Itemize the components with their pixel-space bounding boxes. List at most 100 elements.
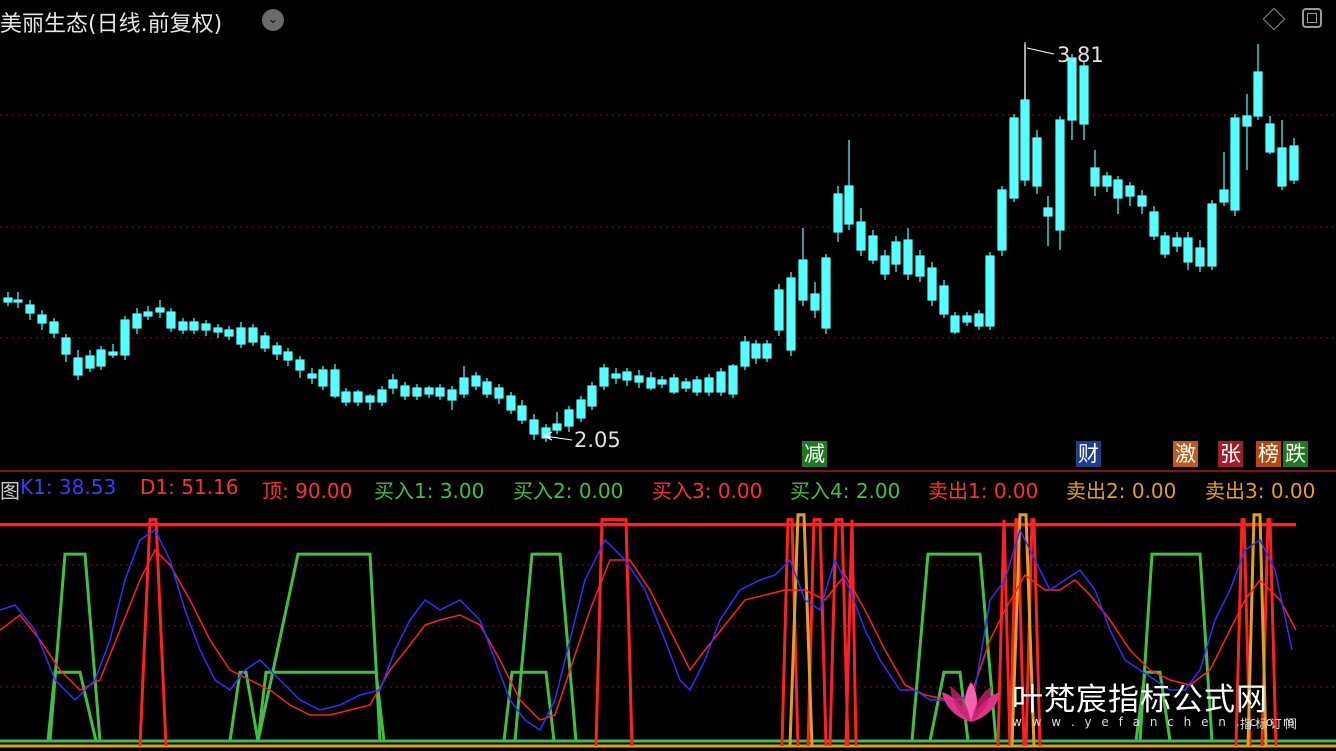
candle-body (634, 375, 644, 383)
candlestick (213, 324, 223, 338)
candle-body (716, 371, 726, 393)
grid-lines (0, 114, 1336, 688)
candlestick (880, 250, 890, 280)
stock-chart[interactable] (0, 0, 1336, 751)
candle-body (915, 255, 925, 277)
candlestick (1183, 232, 1193, 270)
candlestick (1160, 232, 1170, 258)
candle-body (1079, 65, 1089, 125)
candlestick (482, 378, 492, 398)
candle-body (272, 345, 282, 355)
candle-body (189, 321, 199, 331)
candle-body (1020, 99, 1030, 181)
candlestick (1043, 196, 1053, 246)
candle-body (1160, 235, 1170, 255)
candle-body (1172, 237, 1182, 247)
candlestick (1009, 114, 1019, 202)
candlestick (762, 340, 772, 362)
candlestick (1032, 130, 1042, 194)
candle-body (1125, 185, 1135, 197)
signal-tag: 跌 (1283, 441, 1308, 467)
candlestick (856, 208, 866, 256)
candlestick (634, 370, 644, 388)
candlestick (1242, 94, 1252, 170)
candle-body (587, 385, 597, 407)
candlestick (1102, 172, 1112, 192)
low-price-label: 2.05 (574, 428, 621, 452)
candle-body (1137, 195, 1147, 207)
candle-body (3, 297, 13, 303)
candle-body (1277, 147, 1287, 187)
candle-body (798, 259, 808, 301)
candlestick (330, 364, 340, 398)
candle-body (1219, 189, 1229, 203)
candlestick (844, 140, 854, 230)
candlestick (400, 382, 410, 400)
candlestick (1230, 114, 1240, 216)
candle-body (49, 321, 59, 334)
candlestick (950, 312, 960, 334)
candlestick (143, 306, 153, 320)
candle-body (248, 327, 258, 343)
candle-body (1090, 167, 1100, 187)
candle-body (330, 369, 340, 397)
candle-body (1032, 137, 1042, 187)
candle-body (704, 377, 714, 393)
lotus-logo (942, 682, 1000, 722)
candle-body (73, 357, 83, 376)
candle-body (833, 193, 843, 233)
candlestick (201, 320, 211, 336)
sell-signal-spike (828, 518, 850, 747)
candle-body (844, 185, 854, 225)
price-annotations (543, 44, 1055, 441)
candle-body (318, 369, 328, 387)
candle-body (201, 323, 211, 331)
candlestick (1125, 182, 1135, 206)
legend-top: 顶: 90.00 (262, 479, 353, 503)
candlestick (622, 368, 632, 386)
candlestick (178, 318, 188, 334)
candlestick (1219, 152, 1229, 206)
candlestick (728, 364, 738, 398)
candle-body (132, 313, 142, 329)
candlestick (155, 300, 165, 318)
candlestick (1079, 62, 1089, 140)
candle-body (412, 387, 422, 397)
candlestick (1055, 116, 1065, 250)
candle-body (927, 267, 937, 301)
candlestick (985, 252, 995, 330)
candlestick (681, 378, 691, 392)
legend-icon: 图 (0, 479, 20, 503)
candle-body (564, 409, 574, 427)
candle-body (1067, 57, 1077, 121)
candlestick (599, 364, 609, 390)
candlestick (307, 368, 317, 384)
candle-body (517, 405, 527, 421)
candle-body (435, 387, 445, 397)
high-marker-arrow (1026, 47, 1055, 55)
candlestick (494, 384, 504, 404)
candle-body (108, 351, 118, 356)
legend-sell2: 卖出2: 0.00 (1066, 479, 1177, 503)
candle-body (552, 423, 562, 431)
candle-body (762, 343, 772, 359)
candlestick (73, 350, 83, 380)
buy-signal-trapezoid (256, 552, 382, 742)
candle-body (120, 319, 130, 356)
legend-sell1: 卖出1: 0.00 (928, 479, 1039, 503)
candlestick (564, 406, 574, 432)
candlestick (657, 376, 667, 388)
candlestick (424, 386, 434, 398)
sell-signal-spike (594, 518, 634, 747)
candlestick (1289, 138, 1299, 184)
candle-body (1009, 117, 1019, 199)
legend-k1: K1: 38.53 (20, 475, 117, 499)
candlestick-series (3, 42, 1299, 442)
candle-body (224, 329, 234, 337)
candlestick (541, 424, 551, 442)
candle-body (728, 365, 738, 395)
candle-body (61, 337, 71, 355)
candlestick (1149, 206, 1159, 240)
candlestick (435, 384, 445, 400)
candlestick (751, 340, 761, 364)
